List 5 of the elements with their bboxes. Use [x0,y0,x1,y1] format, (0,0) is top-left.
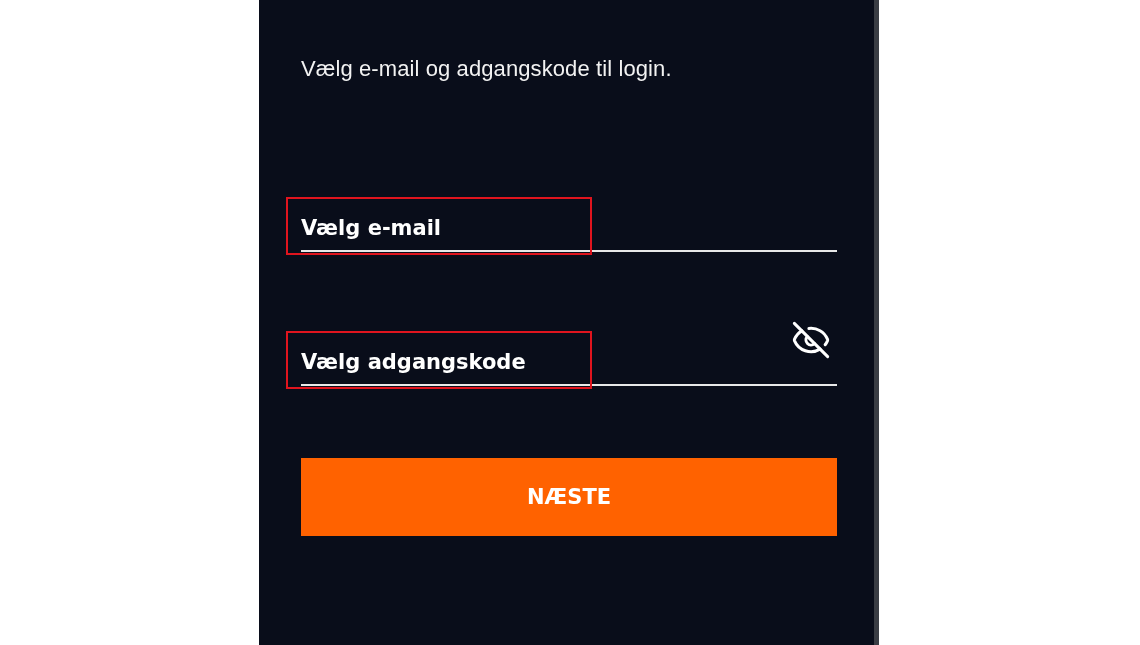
instruction-text: Vælg e-mail og adgangskode til login. [301,56,673,82]
eye-off-icon[interactable] [791,320,831,360]
password-field[interactable]: Vælg adgangskode [301,350,837,386]
email-field[interactable]: Vælg e-mail [301,216,837,252]
next-button[interactable]: NÆSTE [301,458,837,536]
